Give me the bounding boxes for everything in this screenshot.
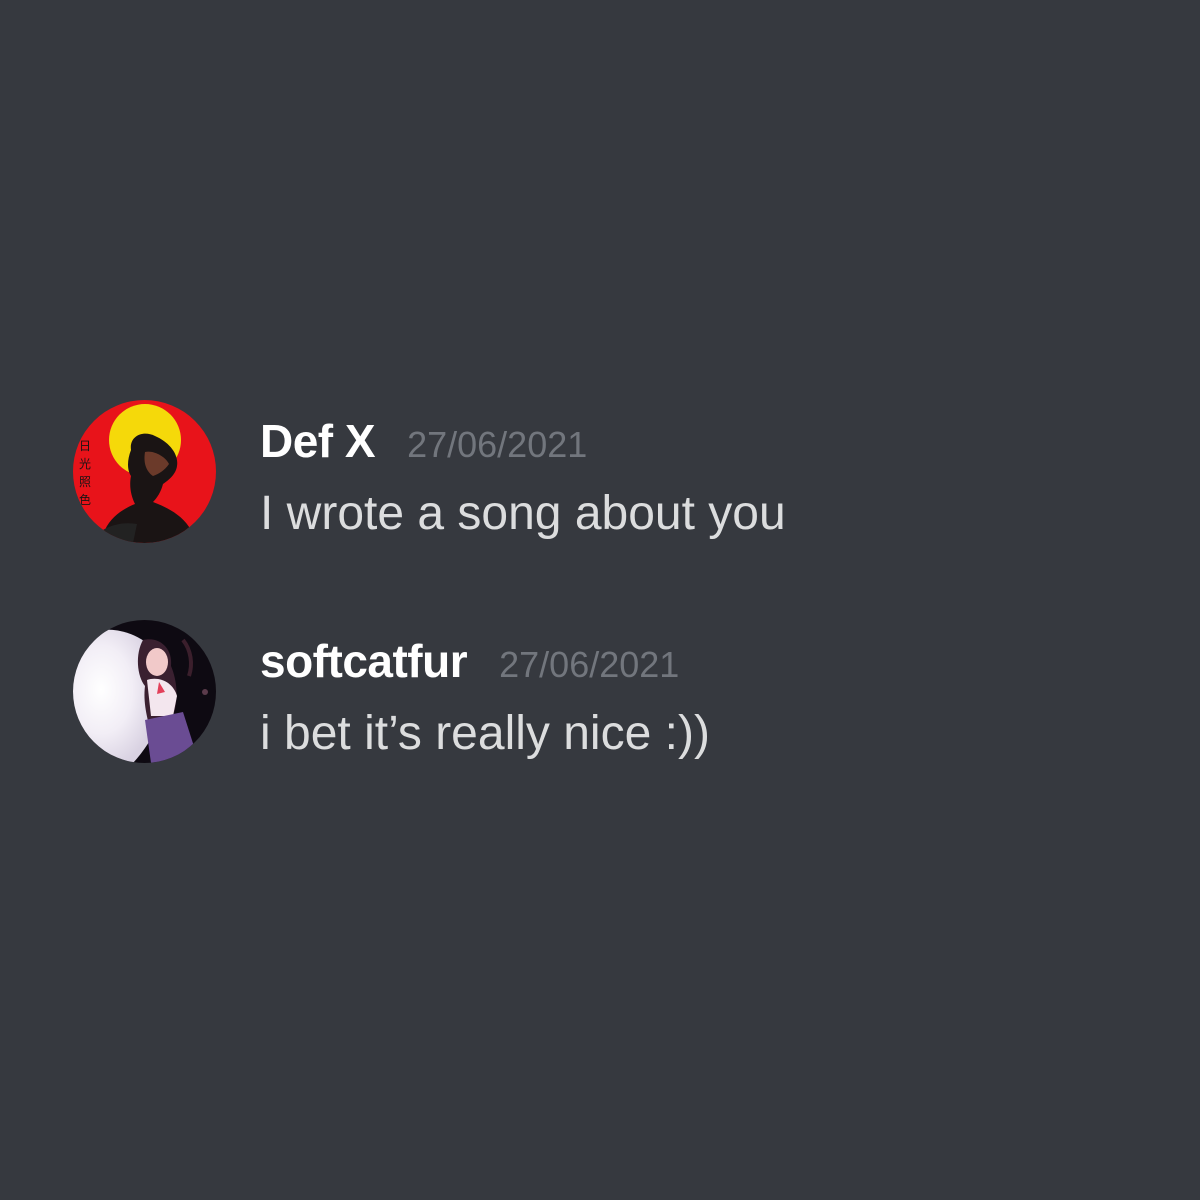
anime-girl-avatar-icon — [73, 620, 216, 763]
chat-message: softcatfur 27/06/2021 i bet it’s really … — [73, 620, 1073, 770]
svg-text:日: 日 — [79, 439, 91, 453]
message-content: i bet it’s really nice :)) — [260, 707, 710, 760]
message-content: I wrote a song about you — [260, 487, 786, 540]
svg-text:光: 光 — [79, 457, 91, 471]
username[interactable]: Def X — [260, 414, 376, 468]
message-header: Def X 27/06/2021 — [260, 414, 587, 468]
message-header: softcatfur 27/06/2021 — [260, 634, 679, 688]
timestamp: 27/06/2021 — [407, 424, 588, 465]
red-sun-portrait-avatar-icon: 日 光 照 色 — [73, 400, 216, 543]
timestamp: 27/06/2021 — [499, 644, 680, 685]
user-avatar[interactable]: 日 光 照 色 — [73, 400, 216, 543]
svg-text:色: 色 — [79, 493, 91, 507]
username[interactable]: softcatfur — [260, 634, 468, 688]
chat-message: 日 光 照 色 Def X 27/06/2021 I wrote a song … — [73, 400, 1073, 550]
user-avatar[interactable] — [73, 620, 216, 763]
svg-text:照: 照 — [79, 475, 91, 489]
